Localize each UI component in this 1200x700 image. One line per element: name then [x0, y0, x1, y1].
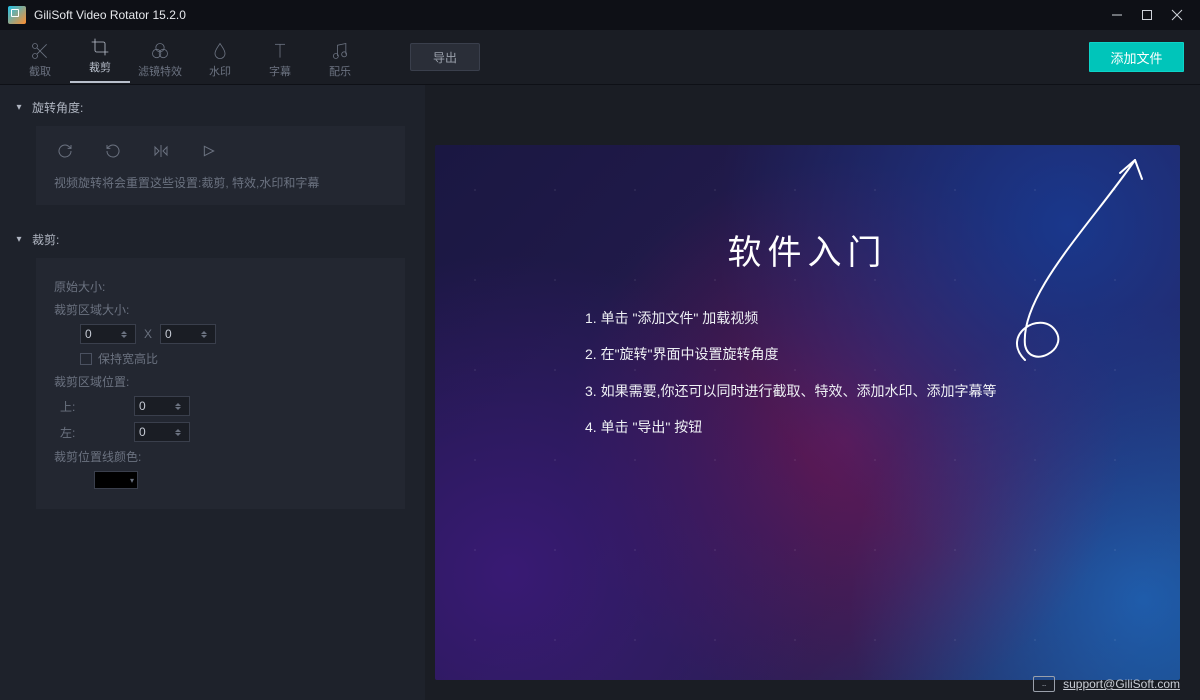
music-icon: [310, 39, 370, 63]
keep-aspect-label: 保持宽高比: [98, 350, 158, 367]
step-3: 3. 如果需要,你还可以同时进行截取、特效、添加水印、添加字幕等: [585, 373, 1140, 409]
step-2: 2. 在"旋转"界面中设置旋转角度: [585, 336, 1140, 372]
tool-filter[interactable]: 滤镜特效: [130, 35, 190, 79]
rotate-section-label: 旋转角度:: [32, 99, 83, 116]
crop-section-label: 裁剪:: [32, 231, 59, 248]
minimize-button[interactable]: [1102, 0, 1132, 30]
tool-music-label: 配乐: [310, 63, 370, 79]
step-4: 4. 单击 "导出" 按钮: [585, 409, 1140, 445]
welcome-heading: 软件入门: [435, 225, 1180, 274]
export-button[interactable]: 导出: [410, 43, 480, 71]
close-button[interactable]: [1162, 0, 1192, 30]
crop-panel: 原始大小: 裁剪区域大小: 0 X 0 保持宽高比 裁剪区域位置: 上: 0 左…: [36, 258, 405, 509]
rotate-section-toggle[interactable]: ▾ 旋转角度:: [0, 85, 425, 126]
welcome-canvas: 软件入门 1. 单击 "添加文件" 加载视频 2. 在"旋转"界面中设置旋转角度…: [435, 145, 1180, 680]
crop-height-input[interactable]: 0: [160, 324, 216, 344]
tool-subtitle-label: 字幕: [250, 63, 310, 79]
rotate-hint-text: 视频旋转将会重置这些设置:裁剪, 特效,水印和字幕: [54, 174, 387, 191]
tool-cut-label: 截取: [10, 63, 70, 79]
settings-sidebar: ▾ 旋转角度: 视频旋转将会重置这些设置:裁剪, 特效,水印和字幕 ▾ 裁剪: …: [0, 85, 425, 700]
scissors-icon: [10, 39, 70, 63]
footer: support@GiliSoft.com: [1033, 676, 1180, 692]
filter-icon: [130, 39, 190, 63]
chevron-down-icon: ▾: [14, 102, 24, 113]
tool-crop-label: 裁剪: [70, 59, 130, 75]
tool-watermark-label: 水印: [190, 63, 250, 79]
rotate-ccw-button[interactable]: [102, 140, 124, 162]
mail-icon: [1033, 676, 1055, 692]
window-title: GiliSoft Video Rotator 15.2.0: [34, 8, 1102, 22]
tool-subtitle[interactable]: 字幕: [250, 35, 310, 79]
flip-vertical-button[interactable]: [198, 140, 220, 162]
welcome-steps: 1. 单击 "添加文件" 加载视频 2. 在"旋转"界面中设置旋转角度 3. 如…: [585, 300, 1140, 446]
preview-area: 软件入门 1. 单击 "添加文件" 加载视频 2. 在"旋转"界面中设置旋转角度…: [425, 85, 1200, 700]
crop-section-toggle[interactable]: ▾ 裁剪:: [0, 217, 425, 258]
rotate-panel: 视频旋转将会重置这些设置:裁剪, 特效,水印和字幕: [36, 126, 405, 205]
support-email-link[interactable]: support@GiliSoft.com: [1063, 677, 1180, 691]
crop-width-input[interactable]: 0: [80, 324, 136, 344]
keep-aspect-checkbox[interactable]: [80, 353, 92, 365]
tool-cut[interactable]: 截取: [10, 35, 70, 79]
subtitle-icon: [250, 39, 310, 63]
crop-area-size-label: 裁剪区域大小:: [54, 301, 129, 318]
flip-horizontal-button[interactable]: [150, 140, 172, 162]
step-1: 1. 单击 "添加文件" 加载视频: [585, 300, 1140, 336]
original-size-label: 原始大小:: [54, 278, 105, 295]
dropdown-icon: ▾: [127, 476, 137, 485]
tool-filter-label: 滤镜特效: [130, 63, 190, 79]
crop-icon: [70, 35, 130, 59]
tool-crop[interactable]: 裁剪: [70, 31, 130, 83]
tool-music[interactable]: 配乐: [310, 35, 370, 79]
pos-top-input[interactable]: 0: [134, 396, 190, 416]
crop-area-pos-label: 裁剪区域位置:: [54, 373, 129, 390]
pos-left-label: 左:: [54, 424, 134, 441]
tool-watermark[interactable]: 水印: [190, 35, 250, 79]
size-separator: X: [144, 327, 152, 341]
maximize-button[interactable]: [1132, 0, 1162, 30]
line-color-label: 裁剪位置线颜色:: [54, 448, 141, 465]
app-logo-icon: [8, 6, 26, 24]
main-toolbar: 截取 裁剪 滤镜特效 水印 字幕 配乐 导出 添加文件: [0, 30, 1200, 85]
watermark-icon: [190, 39, 250, 63]
add-file-button[interactable]: 添加文件: [1089, 42, 1184, 72]
chevron-down-icon: ▾: [14, 234, 24, 245]
arrow-illustration-icon: [970, 145, 1170, 385]
pos-top-label: 上:: [54, 398, 134, 415]
title-bar: GiliSoft Video Rotator 15.2.0: [0, 0, 1200, 30]
line-color-picker[interactable]: ▾: [94, 471, 138, 489]
pos-left-input[interactable]: 0: [134, 422, 190, 442]
rotate-cw-button[interactable]: [54, 140, 76, 162]
